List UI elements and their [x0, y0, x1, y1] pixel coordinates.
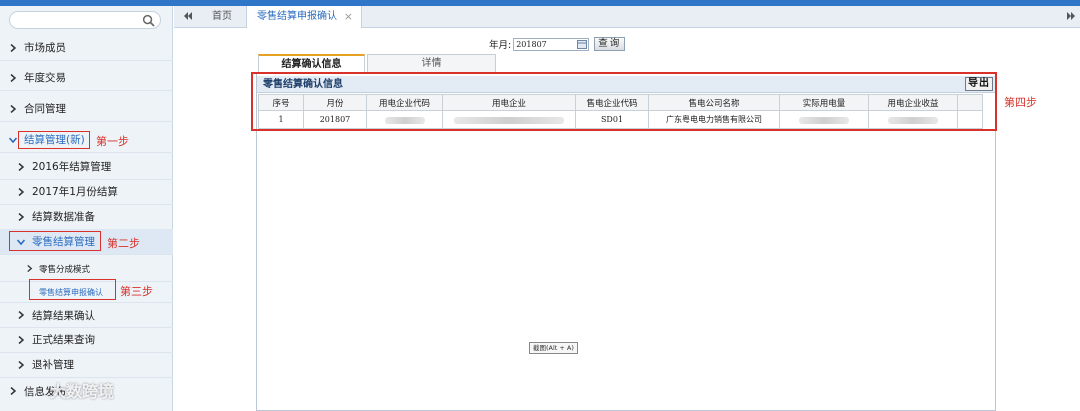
step4-highlight-box: [251, 72, 997, 131]
step1-highlight-box: [18, 131, 90, 149]
chevron-right-icon: [27, 265, 33, 272]
sidebar-item-official-result-query[interactable]: 正式结果查询: [0, 327, 173, 353]
screenshot-tooltip: 截图(Alt + A): [529, 342, 578, 354]
search-icon[interactable]: [142, 14, 155, 27]
watermark-text: 大数跨境: [50, 382, 115, 401]
sidebar-item-label: 正式结果查询: [32, 334, 95, 346]
sidebar-item-label: 退补管理: [32, 359, 74, 371]
sidebar: 市场成员 年度交易 合同管理 结算管理(新) 2016年结算管理 2017年1月…: [0, 6, 173, 411]
sidebar-item-settlement-data-prep[interactable]: 结算数据准备: [0, 204, 173, 230]
chevron-right-icon: [18, 335, 25, 344]
month-value: 201807: [516, 39, 547, 49]
sidebar-item-market-members[interactable]: 市场成员: [0, 35, 173, 61]
chevron-right-icon: [18, 212, 25, 221]
sidebar-item-2016-settlement[interactable]: 2016年结算管理: [0, 154, 173, 180]
step1-label: 第一步: [96, 135, 129, 148]
chevron-right-icon: [18, 162, 25, 171]
sidebar-item-annual-trading[interactable]: 年度交易: [0, 65, 173, 91]
search-input[interactable]: [9, 11, 161, 29]
chevron-right-icon: [18, 360, 25, 369]
chevron-right-icon: [10, 73, 17, 82]
tab-retail-settlement-confirm[interactable]: 零售结算申报确认 ×: [246, 6, 362, 28]
chevron-right-icon: [10, 43, 17, 52]
sidebar-item-label: 合同管理: [24, 103, 66, 115]
chevron-right-icon: [10, 104, 17, 113]
sidebar-item-label: 结算结果确认: [32, 309, 95, 322]
close-icon[interactable]: ×: [344, 6, 353, 28]
month-label: 年月:: [489, 40, 512, 51]
month-field[interactable]: 201807: [513, 37, 590, 51]
sidebar-item-contract-management[interactable]: 合同管理: [0, 96, 173, 122]
sidebar-item-refund-management[interactable]: 退补管理: [0, 352, 173, 378]
double-chevron-right-icon[interactable]: [1066, 11, 1076, 21]
step2-highlight-box: [9, 231, 101, 251]
chevron-right-icon: [18, 187, 25, 196]
filter-bar: 年月: 201807 查询: [489, 37, 626, 51]
step3-label: 第三步: [120, 285, 153, 298]
calendar-icon[interactable]: [577, 39, 588, 49]
sidebar-item-label: 结算数据准备: [32, 211, 95, 223]
subtab-settle-info[interactable]: 结算确认信息: [258, 54, 365, 72]
step4-label: 第四步: [1004, 96, 1037, 109]
sidebar-item-2017-jan-settlement[interactable]: 2017年1月份结算: [0, 179, 173, 205]
sidebar-item-settlement-result-confirm[interactable]: 结算结果确认: [0, 302, 173, 328]
query-button[interactable]: 查询: [594, 37, 626, 51]
sidebar-item-label: 2016年结算管理: [32, 161, 112, 173]
sidebar-item-label: 市场成员: [24, 42, 66, 54]
tab-label: 零售结算申报确认: [257, 11, 337, 22]
sidebar-item-label: 2017年1月份结算: [32, 186, 118, 198]
double-chevron-left-icon[interactable]: [183, 11, 193, 21]
step2-label: 第二步: [107, 237, 140, 250]
sidebar-item-label: 年度交易: [24, 72, 66, 84]
tab-bar: 首页 零售结算申报确认 ×: [174, 6, 1080, 28]
watermark-logo: 大数跨境: [4, 378, 114, 402]
chevron-right-icon: [18, 311, 25, 319]
subtab-detail[interactable]: 详情: [367, 54, 496, 72]
step3-highlight-box: [29, 279, 116, 300]
tab-home[interactable]: 首页: [202, 6, 242, 28]
sidebar-item-label: 零售分成模式: [39, 264, 91, 275]
chevron-down-icon: [9, 136, 17, 143]
